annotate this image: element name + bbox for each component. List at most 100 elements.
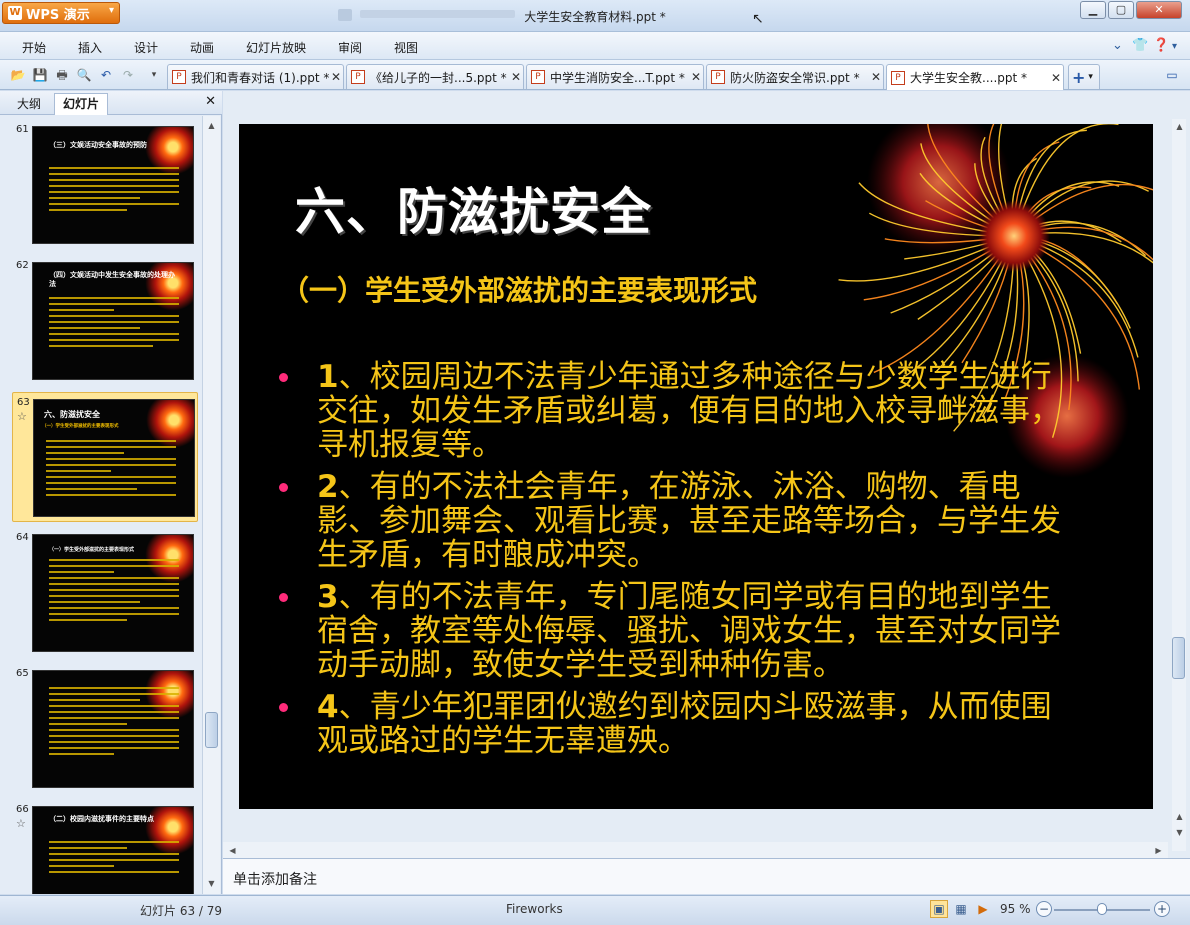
notes-placeholder[interactable]: 单击添加备注: [233, 869, 317, 889]
menu-insert[interactable]: 插入: [78, 39, 102, 56]
scrollbar-thumb[interactable]: [205, 712, 218, 748]
close-pane-icon[interactable]: ✕: [205, 94, 216, 109]
scrollbar-thumb[interactable]: [1172, 637, 1185, 679]
scroll-up-icon[interactable]: ▲: [1172, 119, 1187, 134]
redo-icon[interactable]: ↷: [120, 67, 136, 83]
bullet-item-4: 4、青少年犯罪团伙邀约到校园内斗殴滋事，从而使围观或路过的学生无辜遭殃。: [279, 690, 1079, 758]
thumbnail-preview: 六、防滋扰安全 （一）学生受外部滋扰的主要表现形式: [33, 399, 195, 517]
zoom-out-icon[interactable]: −: [1036, 901, 1052, 917]
zoom-in-icon[interactable]: +: [1154, 901, 1170, 917]
bullet-number: 1: [317, 359, 339, 395]
page-down-icon[interactable]: ▼: [1172, 825, 1187, 840]
close-tab-icon[interactable]: ✕: [689, 70, 703, 84]
thumbnail-scrollbar[interactable]: ▲ ▼: [202, 116, 220, 894]
ppt-file-icon: P: [172, 70, 186, 84]
slide-thumbnail-61[interactable]: 61 （三）文娱活动安全事故的预防: [12, 120, 198, 250]
tab-slides[interactable]: 幻灯片: [54, 93, 109, 115]
print-preview-icon[interactable]: 🔍: [76, 67, 92, 83]
scroll-down-icon[interactable]: ▼: [204, 876, 219, 891]
doc-tab-label: 中学生消防安全...T.ppt *: [550, 70, 685, 85]
menu-slideshow[interactable]: 幻灯片放映: [246, 39, 306, 56]
help-dropdown-icon[interactable]: ▾: [1172, 41, 1177, 52]
customize-toolbar-icon[interactable]: ▾: [146, 67, 162, 83]
ppt-file-icon: P: [531, 70, 545, 84]
slide-counter: 幻灯片 63 / 79: [140, 904, 223, 918]
bullet-text: 、青少年犯罪团伙邀约到校园内斗殴滋事，从而使围观或路过的学生无辜遭殃。: [317, 689, 1052, 759]
doc-tab-3[interactable]: P 中学生消防安全...T.ppt * ✕: [526, 64, 704, 89]
bullet-text: 、有的不法青年，专门尾随女同学或有目的地到学生宿舍，教室等处侮辱、骚扰、调戏女生…: [317, 579, 1061, 683]
skin-icon[interactable]: 👕: [1132, 38, 1148, 53]
tab-outline[interactable]: 大纲: [8, 93, 50, 115]
open-folder-icon[interactable]: 📂: [10, 67, 26, 83]
menu-view[interactable]: 视图: [394, 39, 418, 56]
slide-thumbnail-63-selected[interactable]: 63 ☆ 六、防滋扰安全 （一）学生受外部滋扰的主要表现形式: [12, 392, 198, 522]
mouse-cursor-icon: ↖: [752, 11, 764, 27]
slide-thumbnail-64[interactable]: 64 （一）学生受外部滋扰的主要表现形式: [12, 528, 198, 658]
doc-tab-1[interactable]: P 我们和青春对话 (1).ppt * ✕: [167, 64, 344, 89]
scroll-up-icon[interactable]: ▲: [204, 118, 219, 133]
close-tab-icon[interactable]: ✕: [329, 70, 343, 84]
theme-name: Fireworks: [506, 902, 563, 916]
doc-tab-5-active[interactable]: P 大学生安全教....ppt * ✕: [886, 64, 1064, 90]
bullet-number: 4: [317, 689, 339, 725]
tab-list-icon[interactable]: ▭: [1164, 67, 1180, 83]
slide-number: 61: [16, 124, 29, 135]
slide-number: 63: [17, 397, 30, 408]
slide-canvas[interactable]: 六、防滋扰安全 （一）学生受外部滋扰的主要表现形式 1、校园周边不法青少年通过多…: [239, 124, 1153, 809]
slide-thumbnail-62[interactable]: 62 （四）文娱活动中发生安全事故的处理办法: [12, 256, 198, 386]
pane-tabs: 大纲 幻灯片 ✕: [0, 91, 222, 115]
slide-subtitle[interactable]: （一）学生受外部滋扰的主要表现形式: [281, 269, 757, 309]
menu-design[interactable]: 设计: [134, 39, 158, 56]
bullet-number: 3: [317, 579, 339, 615]
slide-thumbnail-65[interactable]: 65: [12, 664, 198, 794]
collapse-ribbon-icon[interactable]: ⌄: [1112, 38, 1123, 53]
slide-number: 62: [16, 260, 29, 271]
toolbar-tabs-row: 📂 💾 🖶 🔍 ↶ ↷ ▾ P 我们和青春对话 (1).ppt * ✕ P 《给…: [0, 60, 1190, 90]
thumbnail-text-lines: [49, 297, 179, 351]
save-icon[interactable]: 💾: [32, 67, 48, 83]
slide-sorter-icon[interactable]: ▦: [952, 900, 970, 918]
slide-number: 64: [16, 532, 29, 543]
doc-tab-4[interactable]: P 防火防盗安全常识.ppt * ✕: [706, 64, 884, 89]
thumbnail-preview: （四）文娱活动中发生安全事故的处理办法: [32, 262, 194, 380]
zoom-slider-knob[interactable]: [1097, 903, 1107, 915]
close-window-button[interactable]: ✕: [1136, 1, 1182, 19]
menu-home[interactable]: 开始: [22, 39, 46, 56]
thumbnail-title: （四）文娱活动中发生安全事故的处理办法: [49, 271, 175, 288]
slide-title[interactable]: 六、防滋扰安全: [295, 172, 652, 244]
close-tab-icon[interactable]: ✕: [869, 70, 883, 84]
slideshow-icon[interactable]: ▶: [974, 900, 992, 918]
print-icon[interactable]: 🖶: [54, 67, 70, 83]
editor-horizontal-scrollbar[interactable]: ◀ ▶: [223, 842, 1168, 858]
thumbnail-text-lines: [49, 687, 179, 759]
bullet-item-1: 1、校园周边不法青少年通过多种途径与少数学生进行交往，如发生矛盾或纠葛，便有目的…: [279, 360, 1079, 462]
bullet-dot: [279, 703, 288, 712]
scroll-left-icon[interactable]: ◀: [225, 843, 240, 858]
title-bar: W WPS 演示 ▾ 大学生安全教育材料.ppt * ↖ ▁ ▢ ✕: [0, 0, 1190, 32]
thumbnail-subtitle: （一）学生受外部滋扰的主要表现形式: [42, 424, 119, 429]
slide-number: 65: [16, 668, 29, 679]
new-tab-button[interactable]: + ▾: [1068, 64, 1100, 89]
help-icon[interactable]: ❓: [1153, 38, 1169, 53]
undo-icon[interactable]: ↶: [98, 67, 114, 83]
scroll-right-icon[interactable]: ▶: [1151, 843, 1166, 858]
ppt-file-icon: P: [351, 70, 365, 84]
menu-animation[interactable]: 动画: [190, 39, 214, 56]
status-bar: 幻灯片 63 / 79 Fireworks ▣ ▦ ▶ 95 % − +: [0, 895, 1190, 925]
close-tab-icon[interactable]: ✕: [1049, 71, 1063, 85]
window-title: 大学生安全教育材料.ppt *: [524, 10, 666, 24]
editor-vertical-scrollbar[interactable]: ▲ ▲ ▼: [1172, 119, 1186, 851]
thumbnail-title: （一）学生受外部滋扰的主要表现形式: [49, 547, 135, 553]
normal-view-icon[interactable]: ▣: [930, 900, 948, 918]
doc-tab-2[interactable]: P 《给儿子的一封...5.ppt * ✕: [346, 64, 524, 89]
maximize-button[interactable]: ▢: [1108, 1, 1134, 19]
slide-number: 66: [16, 804, 29, 815]
close-tab-icon[interactable]: ✕: [509, 70, 523, 84]
menu-review[interactable]: 审阅: [338, 39, 362, 56]
bullet-list[interactable]: 1、校园周边不法青少年通过多种途径与少数学生进行交往，如发生矛盾或纠葛，便有目的…: [279, 360, 1079, 766]
animation-star-icon: ☆: [17, 410, 27, 423]
page-up-icon[interactable]: ▲: [1172, 809, 1187, 824]
notes-pane[interactable]: 单击添加备注: [223, 858, 1190, 894]
minimize-button[interactable]: ▁: [1080, 1, 1106, 19]
slide-thumbnail-66[interactable]: 66 ☆ （二）校园内滋扰事件的主要特点: [12, 800, 198, 894]
